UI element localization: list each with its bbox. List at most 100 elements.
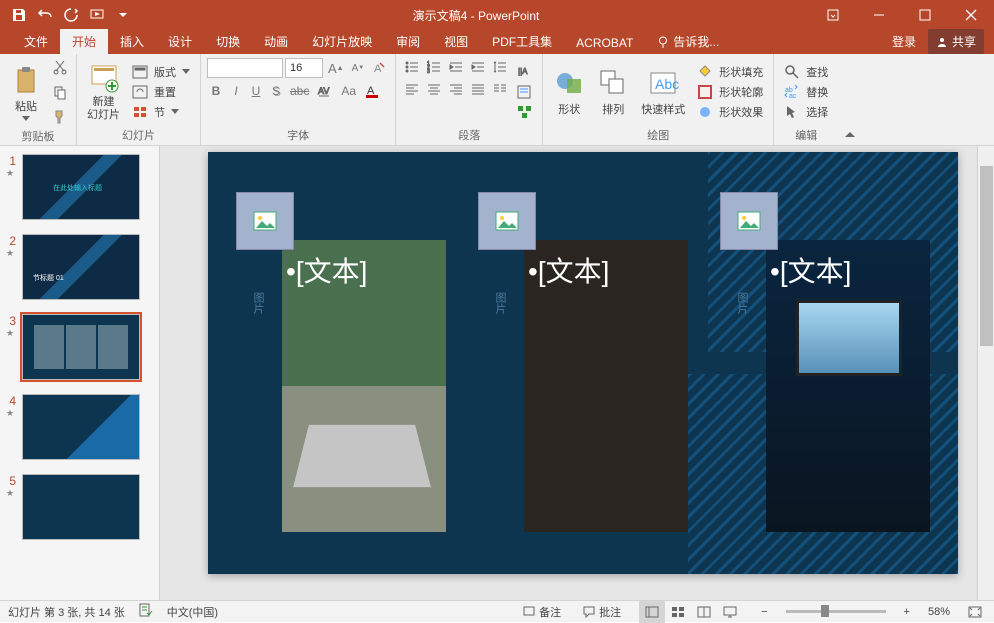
comments-button[interactable]: 批注 [579,604,625,620]
save-icon[interactable] [10,6,28,24]
select-button[interactable]: 选择 [780,103,832,121]
tab-transitions[interactable]: 切换 [204,29,252,54]
bold-button[interactable]: B [207,82,225,100]
italic-button[interactable]: I [227,82,245,100]
arrange-button[interactable]: 排列 [593,58,633,125]
new-slide-button[interactable]: 新建 幻灯片 [83,58,124,125]
ribbon-options-icon[interactable] [810,0,856,30]
decrease-indent-icon[interactable] [446,58,466,76]
login-button[interactable]: 登录 [886,29,922,54]
tab-design[interactable]: 设计 [156,29,204,54]
zoom-level[interactable]: 58% [928,606,950,618]
shadow-button[interactable]: S [267,82,285,100]
qat-dropdown-icon[interactable] [114,6,132,24]
animation-indicator-icon: ★ [6,328,16,339]
placeholder-label: 图片 [250,292,266,314]
char-spacing-icon[interactable]: AV [314,82,336,100]
font-family-combo[interactable] [207,58,283,78]
zoom-in-button[interactable]: + [900,606,914,618]
slide-thumbnail-5[interactable] [22,474,140,540]
bullets-icon[interactable] [402,58,422,76]
fit-to-window-icon[interactable] [964,606,986,618]
shape-outline-button[interactable]: 形状轮廓 [693,83,767,101]
start-from-beginning-icon[interactable] [88,6,106,24]
minimize-button[interactable] [856,0,902,30]
text-placeholder[interactable]: •[文本] [286,250,367,290]
text-placeholder[interactable]: •[文本] [528,250,609,290]
shape-fill-button[interactable]: 形状填充 [693,63,767,81]
columns-icon[interactable] [490,80,510,98]
slide-editor[interactable]: 图片 •[文本] 图片 •[文本] 图片 •[文本] [208,152,958,574]
slideshow-view-icon[interactable] [717,601,743,623]
collapse-ribbon-icon[interactable] [838,54,862,145]
tab-review[interactable]: 审阅 [384,29,432,54]
decrease-font-icon[interactable]: A▼ [349,59,368,77]
tab-tellme[interactable]: 告诉我... [645,29,731,54]
strikethrough-button[interactable]: abc [287,82,312,100]
slide-thumbnail-2[interactable]: 节标题 01 [22,234,140,300]
reset-button[interactable]: 重置 [128,83,194,101]
align-right-icon[interactable] [446,80,466,98]
increase-indent-icon[interactable] [468,58,488,76]
slide-thumbnails-panel[interactable]: 1★ 在此处输入标题 2★ 节标题 01 3★ 4★ 5★ [0,146,160,600]
tab-insert[interactable]: 插入 [108,29,156,54]
font-color-icon[interactable]: A [361,82,383,100]
format-painter-icon[interactable] [50,107,70,126]
quick-styles-button[interactable]: Abc 快速样式 [637,58,689,125]
tab-acrobat[interactable]: ACROBAT [564,32,645,54]
close-button[interactable] [948,0,994,30]
clear-formatting-icon[interactable]: A [369,59,389,77]
cut-icon[interactable] [50,58,70,77]
increase-font-icon[interactable]: A▲ [325,59,347,77]
section-button[interactable]: 节 [128,103,194,121]
align-text-icon[interactable] [514,83,536,101]
redo-icon[interactable] [62,6,80,24]
justify-icon[interactable] [468,80,488,98]
slide-sorter-icon[interactable] [665,601,691,623]
shapes-button[interactable]: 形状 [549,58,589,125]
slide-counter[interactable]: 幻灯片 第 3 张, 共 14 张 [8,604,125,620]
line-spacing-icon[interactable] [490,58,510,76]
slide-thumbnail-4[interactable] [22,394,140,460]
tab-home[interactable]: 开始 [60,29,108,54]
paste-button[interactable]: 粘贴 [6,58,46,126]
spell-check-icon[interactable] [139,603,153,620]
align-left-icon[interactable] [402,80,422,98]
copy-icon[interactable] [50,83,70,102]
slide-thumbnail-3[interactable] [22,314,140,380]
tab-animations[interactable]: 动画 [252,29,300,54]
text-placeholder[interactable]: •[文本] [770,250,851,290]
slide-canvas-area[interactable]: 图片 •[文本] 图片 •[文本] 图片 •[文本] [160,146,994,600]
change-case-button[interactable]: Aa [338,82,359,100]
notes-button[interactable]: 备注 [519,604,565,620]
maximize-button[interactable] [902,0,948,30]
tab-view[interactable]: 视图 [432,29,480,54]
convert-smartart-icon[interactable] [514,103,536,121]
font-size-combo[interactable]: 16 [285,58,323,78]
normal-view-icon[interactable] [639,601,665,623]
slide-thumbnail-1[interactable]: 在此处输入标题 [22,154,140,220]
text-direction-icon[interactable]: ||A [514,63,536,81]
scrollbar-thumb[interactable] [980,166,993,346]
layout-button[interactable]: 版式 [128,63,194,81]
zoom-out-button[interactable]: − [757,606,771,618]
tab-file[interactable]: 文件 [12,29,60,54]
replace-button[interactable]: abac替换 [780,83,832,101]
zoom-slider-handle[interactable] [821,605,829,617]
share-button[interactable]: 共享 [928,29,984,54]
shape-effects-button[interactable]: 形状效果 [693,103,767,121]
reading-view-icon[interactable] [691,601,717,623]
undo-icon[interactable] [36,6,54,24]
tab-pdf[interactable]: PDF工具集 [480,29,564,54]
picture-placeholder-icon[interactable] [236,192,294,250]
zoom-slider[interactable] [786,610,886,613]
underline-button[interactable]: U [247,82,265,100]
numbering-icon[interactable]: 123 [424,58,444,76]
tab-slideshow[interactable]: 幻灯片放映 [300,29,384,54]
vertical-scrollbar[interactable] [977,146,994,600]
find-button[interactable]: 查找 [780,63,832,81]
language-indicator[interactable]: 中文(中国) [167,604,218,620]
picture-placeholder-icon[interactable] [720,192,778,250]
align-center-icon[interactable] [424,80,444,98]
picture-placeholder-icon[interactable] [478,192,536,250]
